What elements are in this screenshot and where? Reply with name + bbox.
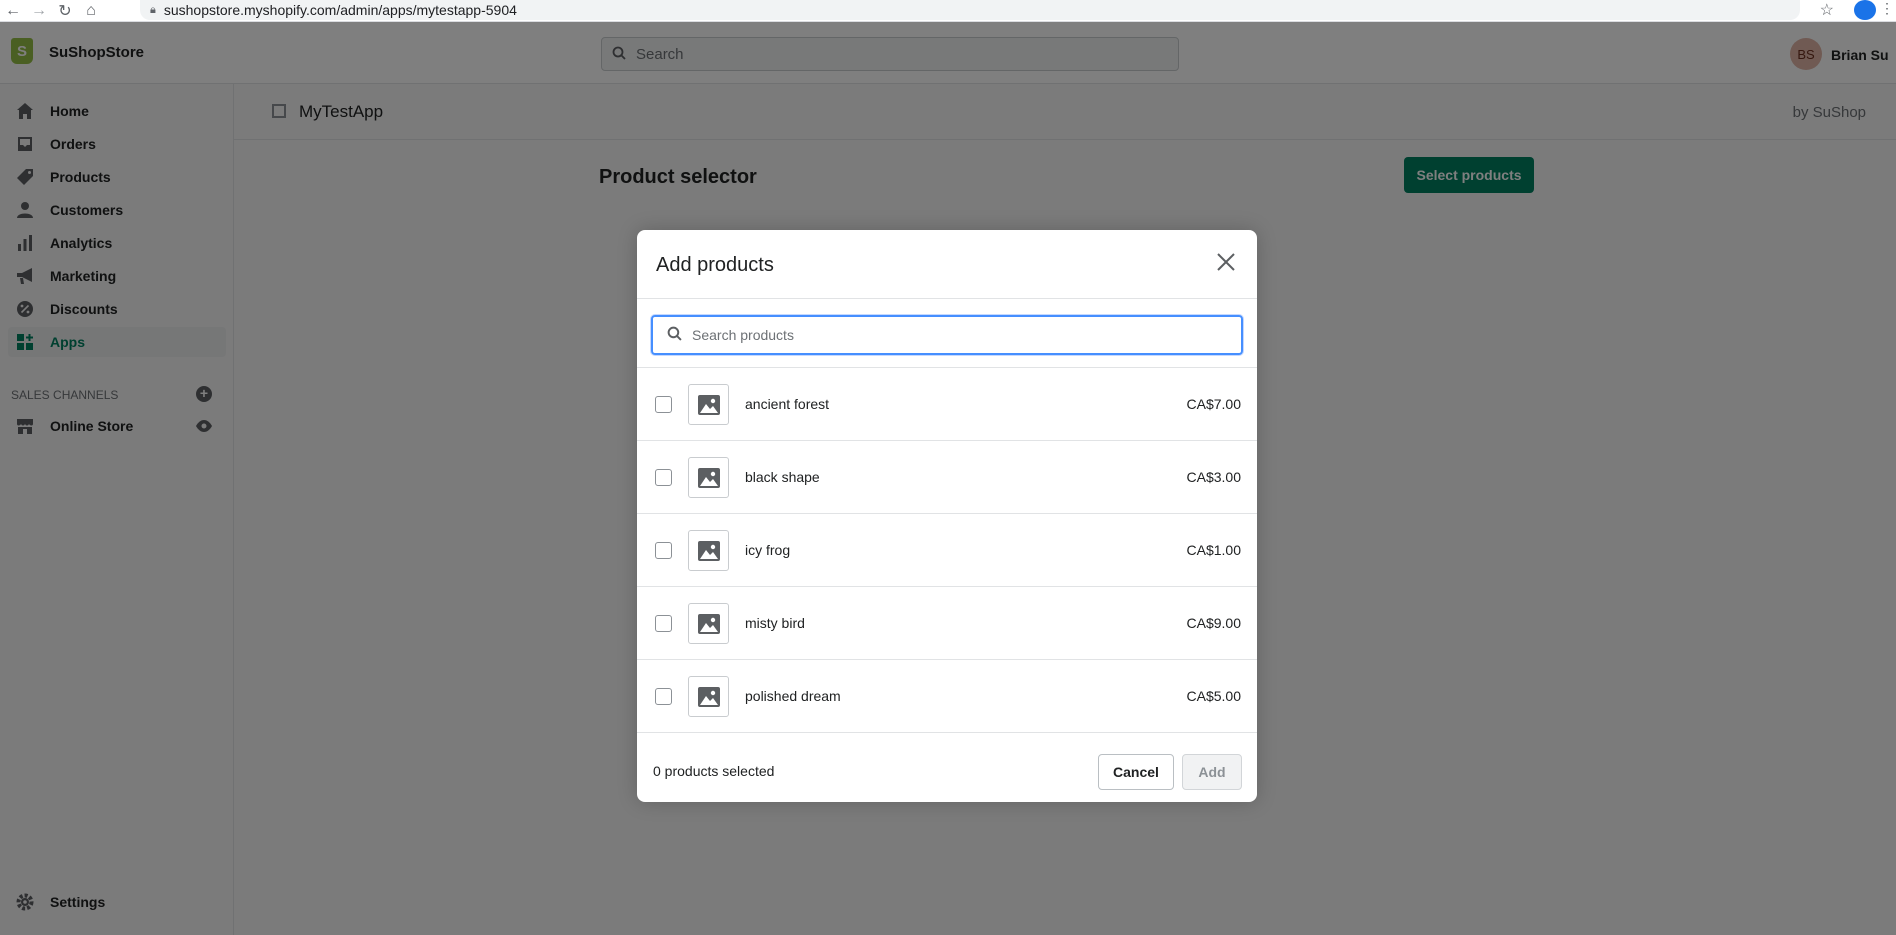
- list-item[interactable]: polished dream CA$5.00: [637, 660, 1257, 733]
- lock-icon: 🔒︎: [150, 3, 156, 16]
- list-item[interactable]: black shape CA$3.00: [637, 441, 1257, 514]
- add-products-modal: Add products Search products ancient for…: [637, 230, 1257, 802]
- product-checkbox[interactable]: [655, 615, 672, 632]
- modal-footer: 0 products selected Cancel Add: [637, 734, 1257, 802]
- modal-title: Add products: [656, 254, 774, 276]
- forward-icon[interactable]: →: [26, 0, 52, 22]
- browser-menu-icon[interactable]: ⋮: [1880, 0, 1894, 17]
- browser-profile-icon[interactable]: [1854, 0, 1876, 20]
- image-placeholder-icon: [688, 530, 729, 571]
- image-placeholder-icon: [688, 457, 729, 498]
- product-checkbox[interactable]: [655, 469, 672, 486]
- address-bar[interactable]: 🔒︎ sushopstore.myshopify.com/admin/apps/…: [140, 0, 1800, 20]
- bookmark-star-icon[interactable]: ☆: [1820, 0, 1834, 20]
- product-price: CA$1.00: [1186, 542, 1241, 558]
- image-placeholder-icon: [688, 384, 729, 425]
- back-icon[interactable]: ←: [0, 0, 26, 22]
- search-products-input[interactable]: Search products: [651, 315, 1243, 355]
- selected-count: 0 products selected: [653, 763, 775, 779]
- modal-header: Add products: [637, 230, 1257, 299]
- product-name: black shape: [745, 469, 820, 485]
- close-icon[interactable]: [1213, 250, 1239, 276]
- reload-icon[interactable]: ↻: [52, 0, 78, 22]
- product-name: misty bird: [745, 615, 805, 631]
- product-price: CA$5.00: [1186, 688, 1241, 704]
- product-list: ancient forest CA$7.00 black shape CA$3.…: [637, 367, 1257, 733]
- list-item[interactable]: ancient forest CA$7.00: [637, 368, 1257, 441]
- product-checkbox[interactable]: [655, 688, 672, 705]
- cancel-button[interactable]: Cancel: [1098, 754, 1174, 790]
- browser-toolbar: ← → ↻ ⌂ 🔒︎ sushopstore.myshopify.com/adm…: [0, 0, 1896, 22]
- product-price: CA$9.00: [1186, 615, 1241, 631]
- url-text: sushopstore.myshopify.com/admin/apps/myt…: [163, 2, 517, 18]
- product-name: polished dream: [745, 688, 841, 704]
- search-icon: [667, 326, 682, 345]
- product-checkbox[interactable]: [655, 396, 672, 413]
- product-checkbox[interactable]: [655, 542, 672, 559]
- home-icon[interactable]: ⌂: [78, 0, 104, 22]
- image-placeholder-icon: [688, 603, 729, 644]
- product-name: ancient forest: [745, 396, 830, 412]
- list-item[interactable]: misty bird CA$9.00: [637, 587, 1257, 660]
- product-name: icy frog: [745, 542, 791, 558]
- product-price: CA$7.00: [1186, 396, 1241, 412]
- list-item[interactable]: icy frog CA$1.00: [637, 514, 1257, 587]
- add-button[interactable]: Add: [1182, 754, 1242, 790]
- search-products-placeholder: Search products: [692, 327, 794, 343]
- image-placeholder-icon: [688, 676, 729, 717]
- product-price: CA$3.00: [1186, 469, 1241, 485]
